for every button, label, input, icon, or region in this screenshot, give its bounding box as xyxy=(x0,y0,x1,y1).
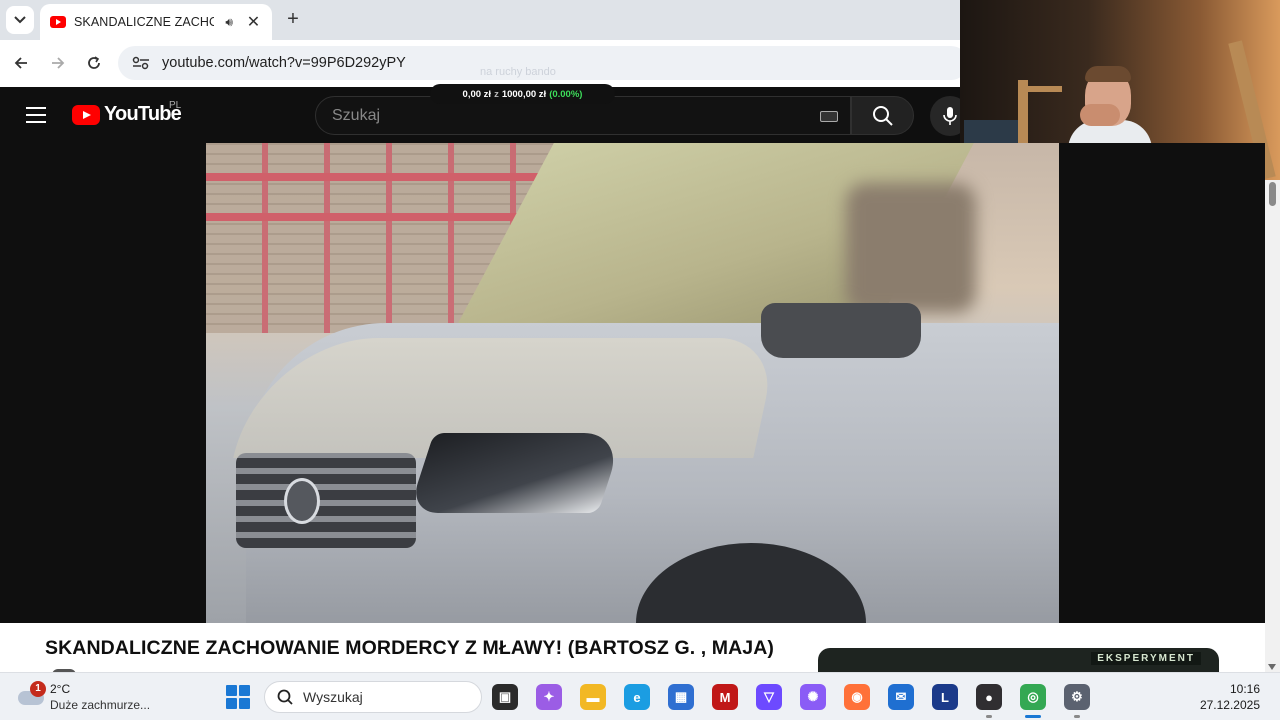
microsoft-store-icon[interactable]: ▦ xyxy=(668,684,694,710)
taskbar-search[interactable]: Wyszukaj xyxy=(264,681,482,713)
donation-goal: 1000,00 zł xyxy=(501,88,547,100)
video-title: SKANDALICZNE ZACHOWANIE MORDERCY Z MŁAWY… xyxy=(45,637,775,659)
taskbar-search-text: Wyszukaj xyxy=(303,689,363,705)
donation-of: z xyxy=(494,88,499,100)
edge-icon[interactable]: e xyxy=(624,684,650,710)
webcam-person-hand xyxy=(1080,104,1120,126)
site-settings-icon[interactable] xyxy=(132,56,150,70)
search-placeholder: Szukaj xyxy=(332,107,381,124)
mcafee-icon[interactable]: M xyxy=(712,684,738,710)
url-text: youtube.com/watch?v=99P6D292yPY xyxy=(162,55,406,71)
reload-icon xyxy=(88,56,100,69)
chrome-icon[interactable]: ◎ xyxy=(1020,684,1046,710)
scroll-down-arrow-icon[interactable] xyxy=(1268,664,1276,670)
new-tab-button[interactable]: + xyxy=(282,8,304,30)
task-view-icon[interactable]: ▣ xyxy=(492,684,518,710)
running-app-indicator xyxy=(1074,715,1080,718)
search-icon xyxy=(872,105,893,126)
weather-temperature: 2°C xyxy=(50,682,71,696)
tab-title: SKANDALICZNE ZACHOWANIE MORDERCY Z MŁAWY… xyxy=(74,15,214,29)
menu-icon[interactable] xyxy=(26,107,46,123)
country-code: PL xyxy=(169,100,182,111)
firefox-icon[interactable]: ◉ xyxy=(844,684,870,710)
back-button[interactable] xyxy=(8,50,34,76)
arrow-right-icon xyxy=(52,57,65,69)
arrow-left-icon xyxy=(14,57,27,69)
close-tab-icon[interactable]: ✕ xyxy=(245,12,262,32)
suggested-video-badge: EKSPERYMENT xyxy=(1091,652,1201,665)
tab-search-button[interactable] xyxy=(6,6,34,34)
video-van-grille xyxy=(236,453,416,548)
video-van-mirror xyxy=(761,303,921,358)
video-van-headlight xyxy=(408,433,624,513)
weather-description: Duże zachmurze... xyxy=(50,698,151,712)
reload-button[interactable] xyxy=(81,50,107,76)
react-app-icon[interactable]: ✺ xyxy=(800,684,826,710)
weather-widget[interactable]: 1 2°C Duże zachmurze... xyxy=(16,679,176,715)
video-frame[interactable] xyxy=(206,143,1059,623)
clock-date: 27.12.2025 xyxy=(1199,698,1260,712)
suggested-video-thumbnail[interactable]: EKSPERYMENT xyxy=(818,648,1219,672)
page-scrollbar[interactable] xyxy=(1265,180,1280,672)
windows-taskbar: 1 2°C Duże zachmurze... Wyszukaj ▣ ✦ ▬ e ▦ M ▽… xyxy=(0,672,1280,720)
system-clock[interactable]: 10:16 27.12.2025 xyxy=(1200,681,1260,713)
mail-icon[interactable]: ✉ xyxy=(888,684,914,710)
video-info-section: SKANDALICZNE ZACHOWANIE MORDERCY Z MŁAWY… xyxy=(0,623,1265,675)
youtube-favicon-icon xyxy=(50,16,66,28)
keyboard-icon[interactable] xyxy=(820,111,838,122)
obs-studio-icon[interactable]: ● xyxy=(976,684,1002,710)
youtube-play-icon xyxy=(72,104,100,125)
windows-start-icon[interactable] xyxy=(226,685,250,709)
donation-amount: 0,00 zł xyxy=(462,88,492,100)
browser-tab-active[interactable]: SKANDALICZNE ZACHOWANIE MORDERCY Z MŁAWY… xyxy=(40,4,272,40)
copilot-icon[interactable]: ✦ xyxy=(536,684,562,710)
scrollbar-thumb[interactable] xyxy=(1269,182,1276,206)
proton-vpn-icon[interactable]: ▽ xyxy=(756,684,782,710)
donation-goal-bar: 0,00 zł z 1000,00 zł (0.00%) xyxy=(430,84,615,104)
forward-button[interactable] xyxy=(45,50,71,76)
settings-icon[interactable]: ⚙ xyxy=(1064,684,1090,710)
clock-time: 10:16 xyxy=(1229,682,1260,696)
speaker-icon[interactable]: 🔊︎ xyxy=(222,15,237,30)
running-app-indicator xyxy=(986,715,992,718)
video-van-badge xyxy=(284,478,320,524)
active-app-indicator xyxy=(1025,715,1041,718)
letter-l-app-icon[interactable]: L xyxy=(932,684,958,710)
video-player-area[interactable] xyxy=(0,143,1265,623)
file-explorer-icon[interactable]: ▬ xyxy=(580,684,606,710)
donation-percent: (0.00%) xyxy=(549,88,583,100)
browser-toolbar: youtube.com/watch?v=99P6D292yPY xyxy=(0,40,968,87)
webcam-person-hair xyxy=(1085,66,1131,82)
search-icon xyxy=(277,689,293,705)
video-blurred-driver xyxy=(846,183,976,313)
webcam-shelf xyxy=(1022,86,1062,92)
microphone-icon xyxy=(943,107,957,125)
weather-notification-badge: 1 xyxy=(30,681,46,697)
chevron-down-icon xyxy=(14,16,26,24)
browser-tabstrip: SKANDALICZNE ZACHOWANIE MORDERCY Z MŁAWY… xyxy=(0,0,960,40)
youtube-logo[interactable]: YouTube xyxy=(72,103,182,126)
stream-goal-label: na ruchy bando xyxy=(480,66,556,78)
search-button[interactable] xyxy=(851,96,914,135)
